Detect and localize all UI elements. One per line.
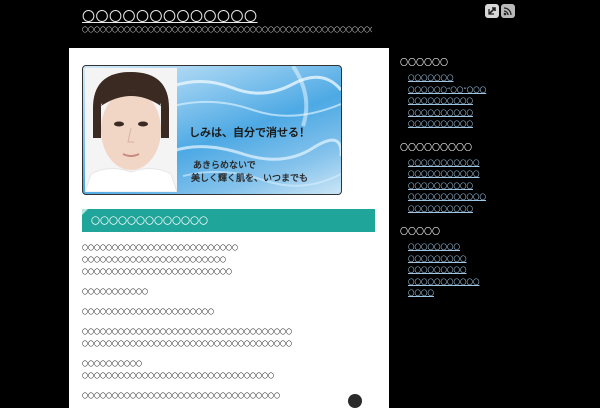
sidebar-link[interactable]: 〇〇〇〇〇〇〇〇〇〇	[408, 120, 590, 129]
sidebar-link[interactable]: 〇〇〇〇〇〇〇〇〇	[408, 255, 590, 264]
sidebar-link[interactable]: 〇〇〇〇〇〇〇〇〇〇〇	[408, 170, 590, 179]
widget-heading: 〇〇〇〇〇〇〇〇〇	[400, 142, 472, 152]
main-content: しみは、自分で消せる！ あきらめないで 美しく輝く肌を、いつまでも 〇〇〇〇〇〇…	[69, 48, 389, 408]
sidebar-link[interactable]: 〇〇〇〇〇〇〇〇〇〇	[408, 205, 590, 214]
post-line: 〇〇〇〇〇〇〇〇〇〇〇〇〇〇〇〇〇〇〇〇〇〇〇〇〇〇	[82, 245, 239, 252]
widget-heading: 〇〇〇〇〇〇	[400, 58, 448, 67]
sidebar-link[interactable]: 〇〇〇〇〇〇〇〇〇	[408, 266, 590, 275]
post-line: 〇〇〇〇〇〇〇〇〇〇〇〇〇〇〇〇〇〇〇〇〇〇	[82, 309, 215, 316]
post-line: 〇〇〇〇〇〇〇〇〇〇〇〇〇〇〇〇〇〇〇〇〇〇〇〇〇	[82, 269, 233, 276]
sidebar: 〇〇〇〇〇〇 〇〇〇〇〇〇〇 〇〇〇〇〇〇“〇〇”〇〇〇 〇〇〇〇〇〇〇〇〇〇 …	[400, 57, 590, 310]
post-line: 〇〇〇〇〇〇〇〇〇〇〇	[82, 289, 149, 296]
sidebar-link[interactable]: 〇〇〇〇〇〇〇〇〇〇	[408, 97, 590, 106]
sidebar-link[interactable]: 〇〇〇〇〇〇〇〇〇〇〇	[408, 159, 590, 168]
post-line: 〇〇〇〇〇〇〇〇〇〇〇〇〇〇〇〇〇〇〇〇〇〇〇〇〇〇〇〇〇〇〇〇	[82, 373, 275, 380]
sidebar-widget-1: 〇〇〇〇〇〇 〇〇〇〇〇〇〇 〇〇〇〇〇〇“〇〇”〇〇〇 〇〇〇〇〇〇〇〇〇〇 …	[400, 57, 590, 129]
post-title[interactable]: 〇〇〇〇〇〇〇〇〇〇〇〇〇	[91, 214, 208, 227]
sidebar-link[interactable]: 〇〇〇〇〇〇〇〇	[408, 243, 590, 252]
post-line: 〇〇〇〇〇〇〇〇〇〇〇〇〇〇〇〇〇〇〇〇〇〇〇〇〇〇〇〇〇〇〇〇〇〇〇	[82, 341, 293, 348]
sidebar-link[interactable]: 〇〇〇〇〇〇〇〇〇〇	[408, 182, 590, 191]
sidebar-widget-3: 〇〇〇〇〇 〇〇〇〇〇〇〇〇 〇〇〇〇〇〇〇〇〇 〇〇〇〇〇〇〇〇〇 〇〇〇〇〇…	[400, 226, 590, 298]
header-banner-image[interactable]: しみは、自分で消せる！ あきらめないで 美しく輝く肌を、いつまでも	[82, 65, 342, 195]
avatar	[348, 394, 362, 408]
widget-heading: 〇〇〇〇〇	[400, 227, 440, 236]
site-tagline: 〇〇〇〇〇〇〇〇〇〇〇〇〇〇〇〇〇〇〇〇〇〇〇〇〇〇〇〇〇〇〇〇〇〇〇〇〇〇〇〇…	[82, 27, 372, 34]
sidebar-link[interactable]: 〇〇〇〇〇〇〇〇〇〇〇	[408, 278, 590, 287]
post-title-bar: 〇〇〇〇〇〇〇〇〇〇〇〇〇	[82, 209, 375, 232]
rss-icon[interactable]	[501, 4, 515, 18]
sidebar-link[interactable]: 〇〇〇〇〇〇〇〇〇〇〇〇	[408, 193, 590, 202]
sidebar-link[interactable]: 〇〇〇〇〇〇〇〇〇〇	[408, 109, 590, 118]
sidebar-link[interactable]: 〇〇〇〇〇〇“〇〇”〇〇〇	[408, 86, 590, 95]
post-line: 〇〇〇〇〇〇〇〇〇〇〇〇〇〇〇〇〇〇〇〇〇〇〇〇	[82, 257, 227, 264]
banner-subline-2: 美しく輝く肌を、いつまでも	[191, 174, 309, 184]
header-icons	[485, 4, 515, 18]
banner-subline-1: あきらめないで	[193, 161, 256, 171]
woman-face-image	[85, 68, 177, 192]
home-bookmark-icon[interactable]	[485, 4, 499, 18]
post-line: 〇〇〇〇〇〇〇〇〇〇	[82, 361, 143, 368]
post-body: 〇〇〇〇〇〇〇〇〇〇〇〇〇〇〇〇〇〇〇〇〇〇〇〇〇〇 〇〇〇〇〇〇〇〇〇〇〇〇〇…	[82, 243, 375, 403]
sidebar-widget-2: 〇〇〇〇〇〇〇〇〇 〇〇〇〇〇〇〇〇〇〇〇 〇〇〇〇〇〇〇〇〇〇〇 〇〇〇〇〇〇…	[400, 142, 590, 214]
sidebar-link[interactable]: 〇〇〇〇	[408, 289, 590, 298]
post-line: 〇〇〇〇〇〇〇〇〇〇〇〇〇〇〇〇〇〇〇〇〇〇〇〇〇〇〇〇〇〇〇〇〇	[82, 393, 281, 400]
sidebar-link[interactable]: 〇〇〇〇〇〇〇	[408, 74, 590, 83]
site-title[interactable]: 〇〇〇〇〇〇〇〇〇〇〇〇〇	[82, 6, 258, 25]
post-paragraph-group-1: 〇〇〇〇〇〇〇〇〇〇〇〇〇〇〇〇〇〇〇〇〇〇〇〇〇〇 〇〇〇〇〇〇〇〇〇〇〇〇〇…	[82, 243, 375, 279]
banner-headline: しみは、自分で消せる！	[189, 126, 310, 139]
post-line: 〇〇〇〇〇〇〇〇〇〇〇〇〇〇〇〇〇〇〇〇〇〇〇〇〇〇〇〇〇〇〇〇〇〇〇	[82, 329, 293, 336]
